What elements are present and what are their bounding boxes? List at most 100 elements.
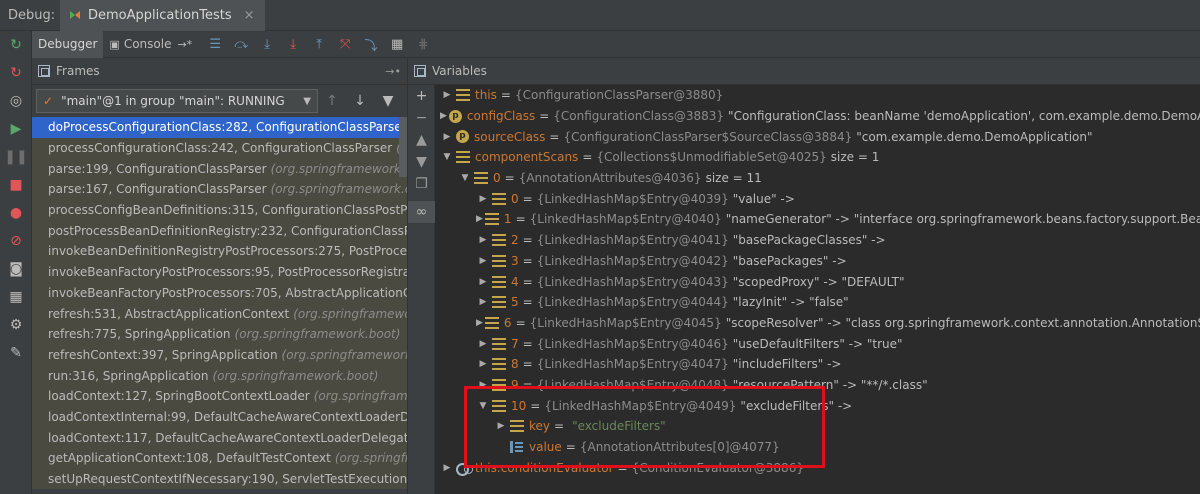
step-into-icon[interactable]: ⤓ [254,31,280,58]
variable-node[interactable]: ▶ this.conditionEvaluator = {ConditionEvalu… [436,457,1200,478]
equals-sign: = [549,129,560,144]
variable-node[interactable]: ▶ this = {ConfigurationClassParser@3880} [436,85,1200,106]
resume-icon[interactable]: ▶ [0,115,32,143]
run-to-cursor-icon[interactable]: ⤵ [358,31,384,58]
rerun-icon[interactable]: ↻ [0,31,32,59]
variable-node[interactable]: ▼ componentScans = {Collections$Unmodifiabl… [436,147,1200,168]
debug-session-tab[interactable]: DemoApplicationTests × [60,0,265,31]
restore-icon[interactable]: →• [385,65,401,78]
expand-arrow-icon[interactable]: ▶ [476,214,483,224]
variable-node[interactable]: ▶ 1 = {LinkedHashMap$Entry@4040} "nameGenera… [436,209,1200,230]
variable-node[interactable]: ▶ key = "excludeFilters" [436,416,1200,437]
variable-node[interactable]: ▶ 7 = {LinkedHashMap$Entry@4046} "useDefault… [436,333,1200,354]
view-breakpoints-icon[interactable]: ● [0,199,32,227]
frame-item[interactable]: getApplicationContext:108, DefaultTestCo… [32,448,407,469]
up-icon[interactable]: ▲ [408,129,435,151]
variable-node[interactable]: ▶ sourceClass={ConfigurationClassParser$S… [436,126,1200,147]
show-execution-point-icon[interactable]: ☰ [202,31,228,58]
expand-arrow-icon[interactable]: ▶ [476,380,490,390]
plus-icon[interactable]: + [408,85,435,107]
layout-icon[interactable]: ▦ [0,283,32,311]
force-step-into-icon[interactable]: ⤓ [280,31,306,58]
frame-item[interactable]: invokeBeanFactoryPostProcessors:705, Abs… [32,282,407,304]
expand-arrow-icon[interactable]: ▶ [476,339,490,349]
pin-icon[interactable]: ✎ [0,339,32,367]
mute-breakpoints-icon[interactable]: ⊘ [0,227,32,255]
variable-node[interactable]: ▶ 3 = {LinkedHashMap$Entry@4042} "basePackag… [436,251,1200,272]
expand-arrow-icon[interactable]: ▶ [440,463,454,473]
rerun-failed-icon[interactable]: ↻ [0,59,32,87]
expand-arrow-icon[interactable]: ▶ [476,194,490,204]
collapse-arrow-icon[interactable]: ▼ [476,401,490,411]
frame-method: parse:167, ConfigurationClassParser [48,182,267,197]
frame-item[interactable]: refresh:531, AbstractApplicationContext(… [32,303,407,324]
expand-arrow-icon[interactable]: ▶ [476,256,490,266]
frame-item[interactable]: refreshContext:397, SpringApplication (or… [32,344,407,366]
frame-item[interactable]: invokeBeanFactoryPostProcessors:95, Post… [32,261,407,283]
expand-arrow-icon[interactable]: ▶ [476,277,490,287]
variable-node[interactable]: ▶ 6 = {LinkedHashMap$Entry@4045} "scopeResol… [436,313,1200,334]
expand-arrow-icon[interactable]: ▶ [476,318,483,328]
arrow-up-icon[interactable]: ↑ [318,93,346,109]
frame-item[interactable]: loadContextInternal:99, DefaultCacheAwar… [32,406,407,428]
frame-item[interactable]: invokeBeanDefinitionRegistryPostProcesso… [32,241,407,262]
expand-arrow-icon[interactable]: ▶ [440,111,447,121]
step-out-icon[interactable]: ⤒ [306,31,332,58]
variable-node[interactable]: ▶ 8 = {LinkedHashMap$Entry@4047} "includeFil… [436,354,1200,375]
frame-item[interactable]: loadContext:127, SpringBootContextLoader… [32,385,407,407]
collapse-arrow-icon[interactable]: ▼ [440,152,454,162]
drop-frame-icon[interactable]: ⤧ [332,31,358,58]
scrollbar[interactable] [399,117,407,177]
thread-select[interactable]: ✓ "main"@1 in group "main": RUNNING ▼ [36,89,318,113]
close-icon[interactable]: × [244,8,255,23]
frame-item[interactable]: postProcessBeanDefinitionRegistry:232, C… [32,220,407,242]
collapse-arrow-icon[interactable]: ▼ [458,173,472,183]
frame-method: postProcessBeanDefinitionRegistry:232, C… [48,223,407,238]
step-over-icon[interactable]: ⤼ [228,31,254,58]
tab-debugger[interactable]: Debugger [32,30,104,58]
frame-item[interactable]: processConfigBeanDefinitions:315, Config… [32,199,407,221]
copy-icon[interactable]: ❐ [408,173,435,195]
expand-arrow-icon[interactable]: ▶ [440,132,454,142]
variable-name: 8 [511,357,519,372]
variable-node[interactable]: ▶ 0 = {LinkedHashMap$Entry@4039} "value" -> [436,188,1200,209]
evaluate-expression-icon[interactable]: ▦ [384,31,410,58]
pause-icon[interactable]: ❚❚ [0,143,32,171]
frame-item[interactable]: loadContext:117, DefaultCacheAwareContex… [32,427,407,448]
variable-node[interactable]: ▼ 0 = {AnnotationAttributes@4036} size = 11 [436,168,1200,189]
down-icon[interactable]: ▼ [408,151,435,173]
frame-item[interactable]: doProcessConfigurationClass:282, Configu… [32,117,407,138]
frame-item[interactable]: parse:199, ConfigurationClassParser (org.… [32,158,407,180]
filter-icon[interactable]: ▼ [374,93,402,109]
variable-node[interactable]: ▶ 2 = {LinkedHashMap$Entry@4041} "basePackag… [436,230,1200,251]
variable-node[interactable]: ▼ 10 = {LinkedHashMap$Entry@4049} "excludeFi… [436,395,1200,416]
frame-item[interactable]: run:316, SpringApplication (org.springfra… [32,365,407,386]
trace-icon[interactable]: ⋕ [410,31,436,58]
variable-node[interactable]: ▶ 4 = {LinkedHashMap$Entry@4043} "scopedProx… [436,271,1200,292]
expand-arrow-icon[interactable]: ▶ [494,421,508,431]
expand-arrow-icon[interactable]: ▶ [476,235,490,245]
expand-arrow-icon[interactable]: ▶ [476,297,490,307]
variable-node[interactable]: ▶ 5 = {LinkedHashMap$Entry@4044} "lazyInit" … [436,292,1200,313]
variable-node[interactable]: ▶ 9 = {LinkedHashMap$Entry@4048} "resourcePa… [436,375,1200,396]
expand-arrow-icon[interactable]: ▶ [476,359,490,369]
variable-reference: {ConfigurationClassParser@3880} [514,88,724,103]
variable-node[interactable]: value = {AnnotationAttributes[0]@4077} [436,437,1200,458]
variables-title: Variables [432,64,487,78]
minus-icon[interactable]: − [408,107,435,129]
frame-item[interactable]: setUpRequestContextIfNecessary:190, Serv… [32,468,407,490]
arrow-down-icon[interactable]: ↓ [346,93,374,109]
equals-sign: = [522,295,533,310]
restore-layout-icon[interactable]: ◎ [0,87,32,115]
camera-icon[interactable]: ◙ [0,255,32,283]
frame-item[interactable]: parse:167, ConfigurationClassParser (org.… [32,179,407,200]
expand-arrow-icon[interactable]: ▶ [440,90,454,100]
frame-item[interactable]: refresh:775, SpringApplication (org.sprin… [32,323,407,345]
stop-icon[interactable]: ■ [0,171,32,199]
gear-icon[interactable]: ⚙ [0,311,32,339]
glasses-icon[interactable]: ∞ [408,201,435,223]
variable-node[interactable]: ▶ configClass={ConfigurationClass@3883}"C… [436,106,1200,127]
variable-value: "scopedProxy" -> "DEFAULT" [732,274,905,289]
tab-console[interactable]: ▣ Console →* [103,31,202,58]
frame-item[interactable]: processConfigurationClass:242, Configura… [32,137,407,159]
